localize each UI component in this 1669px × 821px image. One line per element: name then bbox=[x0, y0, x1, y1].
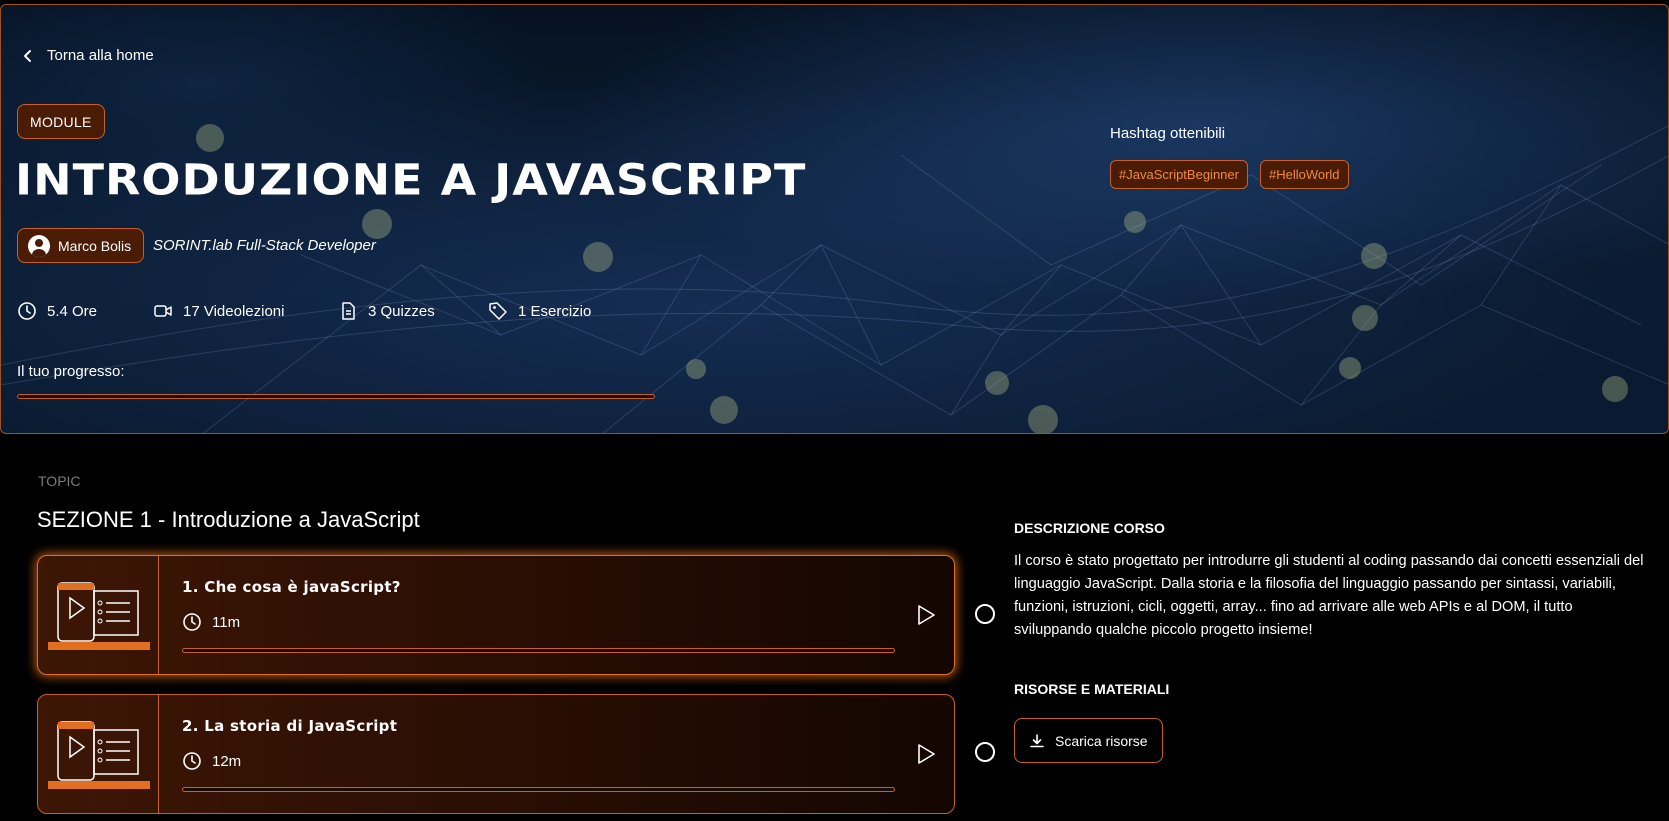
lesson-card[interactable]: 1. Che cosa è javaScript? 11m bbox=[37, 555, 955, 675]
author-role: SORINT.lab Full-Stack Developer bbox=[153, 237, 376, 254]
download-icon bbox=[1030, 733, 1044, 747]
hashtag-badge[interactable]: #JavaScriptBeginner bbox=[1110, 160, 1248, 189]
chevron-left-icon bbox=[24, 49, 31, 62]
progress-label: Il tuo progresso: bbox=[17, 363, 125, 380]
clock-icon bbox=[183, 613, 201, 631]
module-badge: MODULE bbox=[17, 104, 105, 139]
stat-quizzes-label: 3 Quizzes bbox=[368, 302, 435, 320]
back-to-home-link[interactable]: Torna alla home bbox=[21, 47, 154, 64]
stat-quizzes: 3 Quizzes bbox=[338, 301, 488, 321]
author-name: Marco Bolis bbox=[58, 237, 132, 254]
download-label: Scarica risorse bbox=[1055, 732, 1148, 749]
clock-icon bbox=[183, 752, 201, 770]
lesson-duration-label: 11m bbox=[212, 613, 241, 631]
download-resources-button[interactable]: Scarica risorse bbox=[1014, 718, 1163, 763]
video-lesson-icon bbox=[48, 721, 150, 789]
resources-title: RISORSE E MATERIALI bbox=[1014, 681, 1170, 697]
clock-icon bbox=[18, 302, 36, 320]
network-background-image bbox=[1, 124, 1668, 433]
description-title: DESCRIZIONE CORSO bbox=[1014, 520, 1165, 536]
course-progress-bar bbox=[17, 394, 655, 399]
lesson-complete-checkbox[interactable] bbox=[975, 604, 995, 624]
stat-hours: 5.4 Ore bbox=[17, 301, 153, 321]
course-stats: 5.4 Ore 17 Videolezioni 3 Quizzes 1 Eser… bbox=[17, 301, 591, 321]
stat-exercises: 1 Esercizio bbox=[488, 301, 591, 321]
topic-label: TOPIC bbox=[38, 473, 81, 489]
stat-hours-label: 5.4 Ore bbox=[47, 302, 98, 320]
lesson-title: 1. Che cosa è javaScript? bbox=[182, 578, 401, 596]
hashtag-badge[interactable]: #HelloWorld bbox=[1259, 160, 1349, 189]
play-icon[interactable] bbox=[916, 604, 936, 626]
document-icon bbox=[342, 302, 355, 320]
video-lesson-icon bbox=[48, 582, 150, 650]
user-avatar-icon bbox=[28, 234, 50, 257]
stat-videos-label: 17 Videolezioni bbox=[183, 302, 285, 320]
lesson-complete-checkbox[interactable] bbox=[975, 742, 995, 762]
author-badge[interactable]: Marco Bolis bbox=[17, 228, 145, 263]
hashtag-label: Hashtag ottenibili bbox=[1110, 125, 1226, 142]
lesson-progress-bar bbox=[182, 648, 895, 653]
lesson-thumbnail bbox=[38, 556, 159, 674]
lesson-card[interactable]: 2. La storia di JavaScript 12m bbox=[37, 694, 955, 814]
lesson-title: 2. La storia di JavaScript bbox=[182, 717, 398, 735]
play-icon[interactable] bbox=[916, 743, 936, 765]
lesson-thumbnail bbox=[38, 695, 159, 813]
video-icon bbox=[154, 305, 172, 317]
stat-exercises-label: 1 Esercizio bbox=[518, 302, 592, 320]
course-title: INTRODUZIONE A JAVASCRIPT bbox=[15, 155, 807, 205]
hashtag-list: #JavaScriptBeginner #HelloWorld bbox=[1110, 160, 1349, 189]
section-title: SEZIONE 1 - Introduzione a JavaScript bbox=[37, 507, 420, 532]
lesson-progress-bar bbox=[182, 787, 895, 792]
course-hero: Torna alla home MODULE INTRODUZIONE A JA… bbox=[0, 4, 1669, 434]
lesson-duration-label: 12m bbox=[212, 752, 242, 770]
description-text: Il corso è stato progettato per introdur… bbox=[1014, 553, 1644, 638]
lesson-duration: 11m bbox=[182, 612, 240, 632]
lesson-duration: 12m bbox=[182, 751, 241, 771]
tag-icon bbox=[489, 302, 507, 320]
stat-videos: 17 Videolezioni bbox=[153, 301, 338, 321]
back-label: Torna alla home bbox=[47, 47, 154, 64]
